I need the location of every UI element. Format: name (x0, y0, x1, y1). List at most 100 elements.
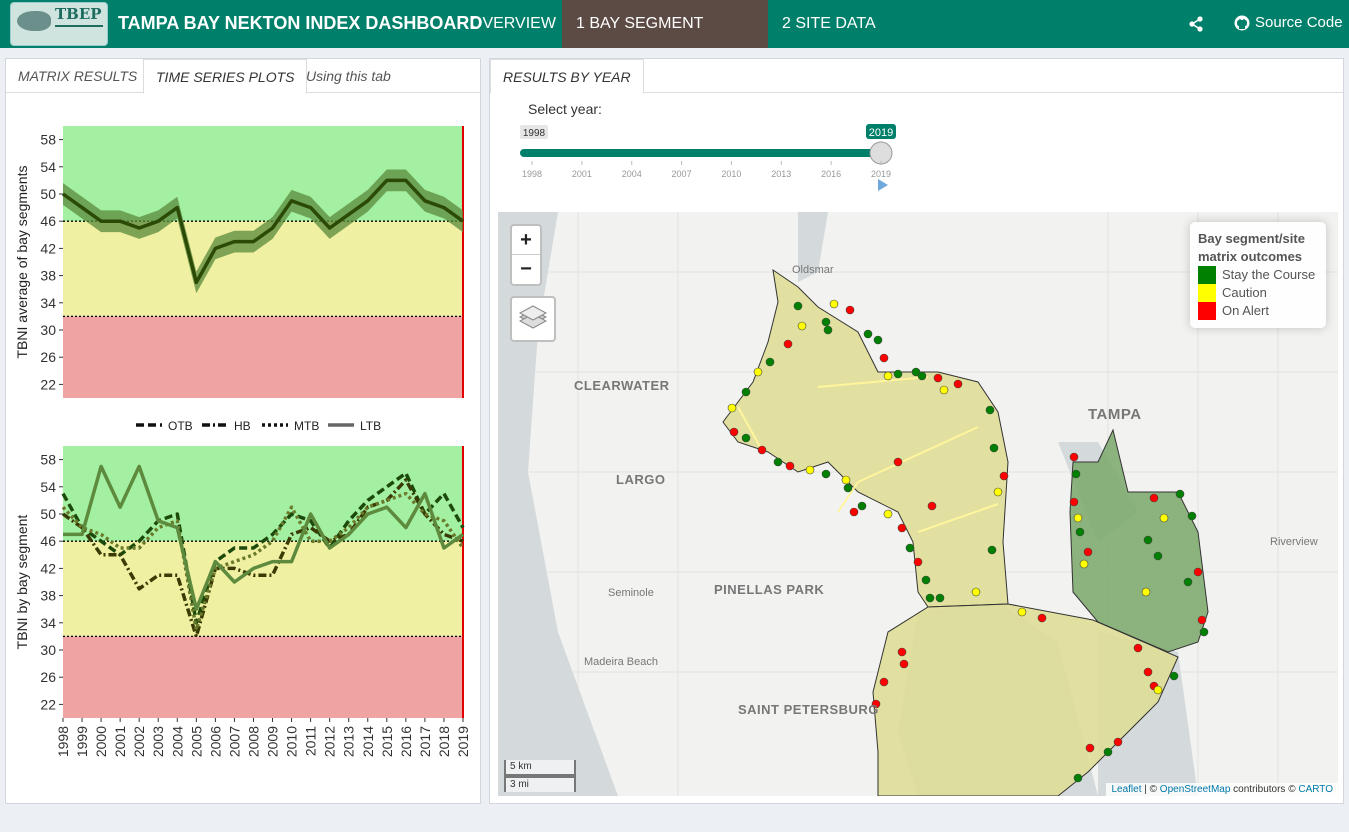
site-marker (1069, 452, 1079, 462)
site-marker (939, 385, 949, 395)
site-marker (1149, 493, 1159, 503)
share-icon[interactable] (1188, 16, 1204, 32)
site-marker (893, 457, 903, 467)
place-riverview: Riverview (1270, 536, 1318, 548)
legend-item-stay: Stay the Course (1198, 266, 1318, 284)
github-icon[interactable] (1234, 15, 1250, 31)
slider-tick-label: 2019 (871, 169, 891, 179)
logo-text: TBEP (55, 5, 102, 23)
slider-value-label: 2019 (869, 127, 893, 139)
site-marker (953, 379, 963, 389)
zoom-out-button[interactable]: − (512, 255, 540, 284)
site-marker (1075, 527, 1085, 537)
layers-icon (518, 305, 548, 329)
leaflet-link[interactable]: Leaflet (1111, 784, 1141, 795)
tab-time-series-plots[interactable]: TIME SERIES PLOTS (143, 59, 308, 94)
slider-handle[interactable] (869, 141, 893, 165)
site-marker (863, 329, 873, 339)
site-marker (741, 433, 751, 443)
y-axis-label: TBNI average of bay segments (14, 166, 30, 359)
x-tick-label: 2012 (322, 726, 338, 757)
legend-item-alert: On Alert (1198, 302, 1318, 320)
x-tick-label: 2007 (226, 726, 242, 757)
slider-tick-label: 2013 (771, 169, 791, 179)
x-tick-label: 2010 (284, 726, 300, 757)
old-tampa-bay-segment[interactable] (722, 268, 1009, 608)
site-marker (843, 483, 853, 493)
y-tick-label: 46 (40, 213, 56, 229)
site-marker (1199, 627, 1209, 637)
play-icon[interactable] (878, 179, 888, 191)
site-marker (1175, 489, 1185, 499)
site-marker (1153, 685, 1163, 695)
site-marker (1133, 643, 1143, 653)
tab-results-by-year[interactable]: RESULTS BY YEAR (490, 59, 644, 94)
left-tab-bar: MATRIX RESULTS TIME SERIES PLOTS Using t… (6, 59, 480, 94)
site-marker (893, 369, 903, 379)
site-marker (905, 543, 915, 553)
site-marker (933, 373, 943, 383)
site-marker (925, 593, 935, 603)
app-title: TAMPA BAY NEKTON INDEX DASHBOARD (118, 13, 483, 33)
slider-tick-label: 2016 (821, 169, 841, 179)
nav-tab-bay-segment-results[interactable]: 1 BAY SEGMENT RESULTS (562, 0, 768, 80)
site-marker (829, 299, 839, 309)
layers-button[interactable] (510, 296, 556, 342)
site-marker (841, 475, 851, 485)
slider-track[interactable] (520, 149, 882, 157)
y-tick-label: 30 (40, 642, 56, 658)
year-slider[interactable]: 1998 2019 1998 2001 2004 2007 2010 2013 2016 20… (520, 119, 910, 199)
y-tick-label: 54 (40, 159, 56, 175)
x-tick-label: 2001 (112, 726, 128, 757)
legend-item-caution: Caution (1198, 284, 1318, 302)
map[interactable]: Oldsmar CLEARWATER TAMPA LARGO Seminole … (498, 212, 1338, 796)
site-marker (1159, 513, 1169, 523)
y-tick-label: 30 (40, 322, 56, 338)
site-marker (805, 465, 815, 475)
osm-link[interactable]: OpenStreetMap (1160, 784, 1231, 795)
tab-using-this-tab[interactable]: Using this tab (294, 59, 403, 93)
site-marker (897, 647, 907, 657)
site-marker (823, 325, 833, 335)
site-marker (917, 371, 927, 381)
site-marker (1183, 577, 1193, 587)
site-marker (1085, 743, 1095, 753)
y-tick-label: 34 (40, 295, 56, 311)
tbep-logo[interactable]: TBEP (10, 2, 108, 46)
x-tick-label: 2003 (150, 726, 166, 757)
place-clearwater: CLEARWATER (574, 378, 670, 393)
site-marker (1143, 667, 1153, 677)
site-marker (1037, 613, 1047, 623)
site-marker (783, 339, 793, 349)
scale-mi: 3 mi (504, 776, 576, 792)
y-tick-label: 50 (40, 186, 56, 202)
y-tick-label: 50 (40, 506, 56, 522)
site-marker (821, 317, 831, 327)
source-code-link[interactable]: Source Code (1255, 14, 1343, 31)
x-tick-label: 2009 (265, 726, 281, 757)
site-marker (873, 335, 883, 345)
y-tick-label: 22 (40, 376, 56, 392)
site-marker (913, 557, 923, 567)
site-marker (921, 575, 931, 585)
site-marker (741, 387, 751, 397)
site-marker (1197, 615, 1207, 625)
site-marker (935, 593, 945, 603)
site-marker (821, 469, 831, 479)
x-tick-label: 2011 (303, 726, 319, 756)
slider-label: Select year: (528, 101, 602, 117)
nav-tab-overview[interactable]: OVERVIEW (456, 0, 570, 48)
place-tampa: TAMPA (1088, 406, 1142, 423)
hillsborough-bay-segment[interactable] (1069, 428, 1209, 653)
x-tick-label: 2017 (417, 726, 433, 757)
zoom-in-button[interactable]: + (512, 226, 540, 255)
tab-matrix-results[interactable]: MATRIX RESULTS (6, 59, 149, 93)
nav-tab-site-data[interactable]: 2 SITE DATA (768, 0, 890, 48)
band-2 (63, 316, 463, 398)
site-marker (879, 677, 889, 687)
carto-link[interactable]: CARTO (1298, 784, 1333, 795)
place-pinellas-park: PINELLAS PARK (714, 582, 825, 597)
site-marker (897, 523, 907, 533)
site-marker (1069, 497, 1079, 507)
site-marker (985, 405, 995, 415)
